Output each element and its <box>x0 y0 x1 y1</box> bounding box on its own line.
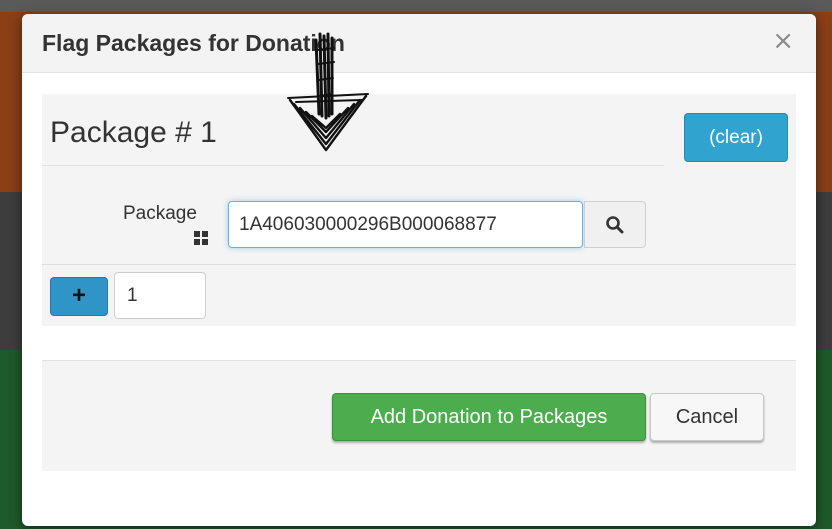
clear-button[interactable]: (clear) <box>684 113 788 162</box>
flag-packages-dialog: Flag Packages for Donation × Package # 1… <box>22 14 816 526</box>
heading-divider <box>42 165 664 166</box>
dialog-footer: Add Donation to Packages Cancel <box>42 360 796 471</box>
dialog-header: Flag Packages for Donation × <box>22 14 816 73</box>
add-donation-button[interactable]: Add Donation to Packages <box>332 393 646 441</box>
barcode-grid-icon[interactable] <box>194 231 208 245</box>
hand-drawn-arrow-icon <box>287 32 369 152</box>
package-count-input[interactable] <box>114 272 206 319</box>
background-top-strip <box>0 0 832 12</box>
add-package-row-button[interactable]: + <box>50 277 108 316</box>
close-icon[interactable]: × <box>772 26 794 56</box>
search-icon <box>606 216 624 234</box>
package-heading: Package # 1 <box>50 116 217 149</box>
package-field-label: Package <box>123 203 197 224</box>
package-panel: Package # 1 (clear) Package + <box>42 94 796 326</box>
package-tag-input[interactable] <box>228 201 583 248</box>
row-divider <box>42 264 796 265</box>
search-button[interactable] <box>584 201 646 248</box>
cancel-button[interactable]: Cancel <box>650 393 764 441</box>
